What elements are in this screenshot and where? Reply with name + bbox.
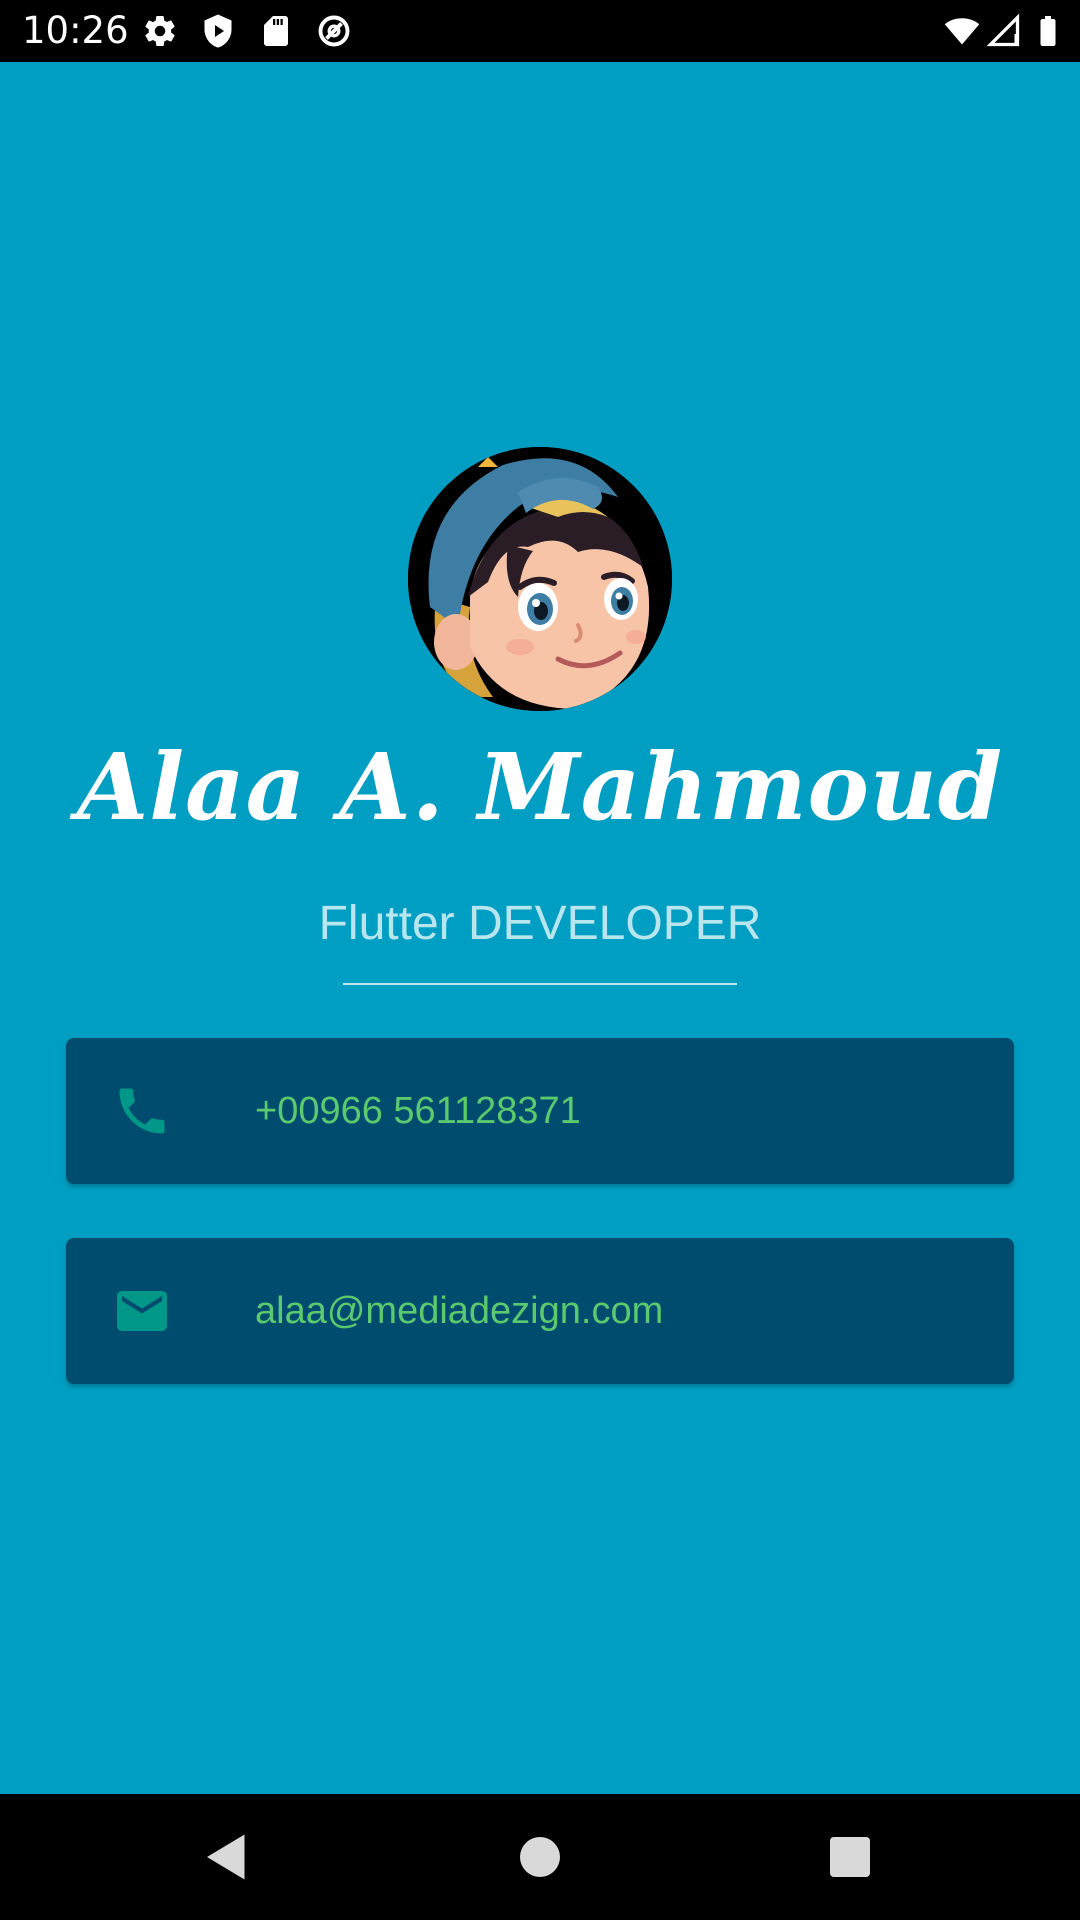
data-saver-icon	[316, 13, 352, 49]
title-divider	[343, 983, 737, 985]
app-screen: Alaa A. Mahmoud Flutter DEVELOPER +00966…	[0, 62, 1080, 1794]
shield-play-icon	[200, 13, 236, 49]
cartoon-boy-avatar	[408, 447, 672, 711]
settings-icon	[142, 13, 178, 49]
signal-icon	[986, 13, 1022, 49]
sd-card-icon	[258, 13, 294, 49]
avatar	[408, 447, 672, 711]
profile-name: Alaa A. Mahmoud	[76, 733, 1004, 841]
phone-card[interactable]: +00966 561128371	[66, 1038, 1014, 1184]
mail-icon	[112, 1281, 172, 1341]
email-address: alaa@mediadezign.com	[255, 1290, 664, 1332]
recents-icon[interactable]	[820, 1827, 880, 1887]
status-time: 10:26	[22, 9, 129, 52]
status-bar: 10:26	[0, 0, 1080, 62]
wifi-icon	[944, 13, 980, 49]
phone-number: +00966 561128371	[255, 1090, 581, 1132]
home-icon[interactable]	[510, 1827, 570, 1887]
email-card[interactable]: alaa@mediadezign.com	[66, 1238, 1014, 1384]
back-icon[interactable]	[197, 1827, 257, 1887]
battery-icon	[1030, 13, 1066, 49]
phone-icon	[112, 1081, 172, 1141]
navigation-bar	[0, 1794, 1080, 1920]
job-title: Flutter DEVELOPER	[318, 897, 762, 950]
